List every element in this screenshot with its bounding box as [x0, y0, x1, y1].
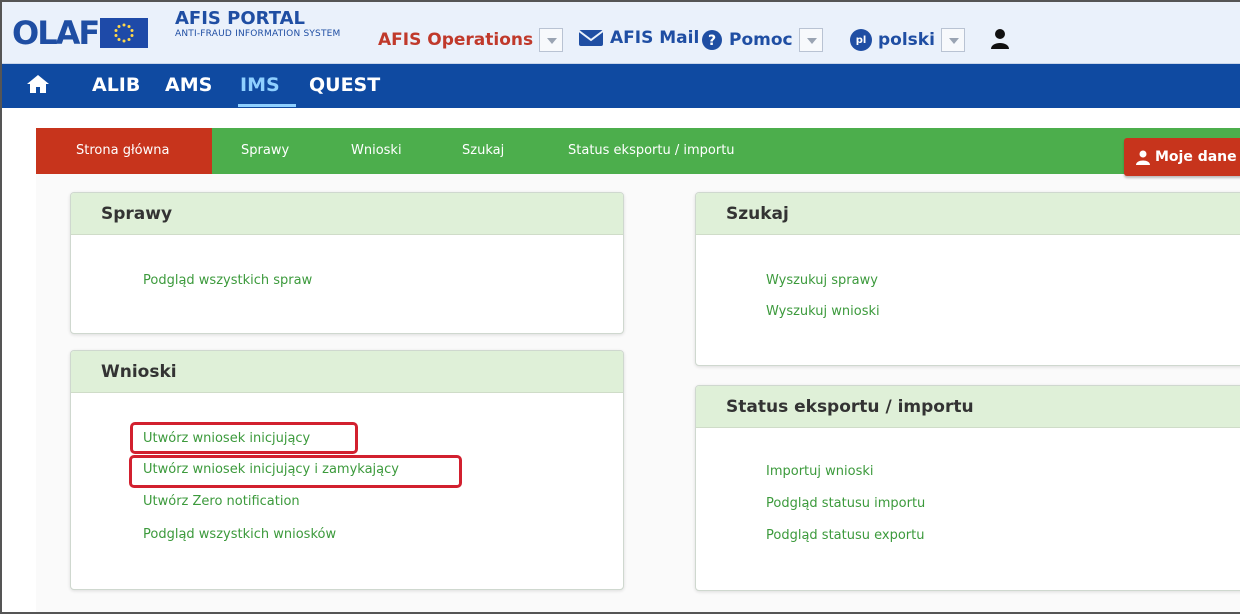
panel-title: Szukaj: [696, 193, 1240, 235]
chevron-down-icon[interactable]: [940, 28, 965, 52]
portal-subtitle: ANTI-FRAUD INFORMATION SYSTEM: [175, 29, 341, 39]
link-podglad-statusu-exportu[interactable]: Podgląd statusu exportu: [766, 528, 924, 543]
olaf-logo[interactable]: OLAF: [12, 12, 149, 54]
afis-operations-menu[interactable]: AFIS Operations: [378, 28, 564, 52]
app-nav-ims[interactable]: IMS: [240, 74, 280, 96]
chevron-down-icon[interactable]: [798, 28, 823, 52]
panel-szukaj: Szukaj Wyszukuj sprawy Wyszukuj wnioski: [695, 192, 1240, 366]
portal-title-text: AFIS PORTAL: [175, 8, 305, 29]
language-menu[interactable]: pl polski: [850, 28, 965, 52]
tab-status-eksportu-importu[interactable]: Status eksportu / importu: [568, 143, 735, 158]
portal-header: OLAF AFIS PORTAL ANTI-FRAUD INFORMATION …: [2, 2, 1240, 64]
panel-title: Sprawy: [71, 193, 623, 235]
moje-dane-button[interactable]: Moje dane: [1124, 138, 1240, 176]
link-wyszukuj-wnioski[interactable]: Wyszukuj wnioski: [766, 304, 880, 319]
afis-operations-label: AFIS Operations: [378, 30, 534, 50]
panel-status-eksportu-importu: Status eksportu / importu Importuj wnios…: [695, 385, 1240, 591]
moje-dane-label: Moje dane: [1155, 149, 1237, 165]
app-nav-quest[interactable]: QUEST: [309, 74, 380, 96]
app-nav-alib[interactable]: ALIB: [92, 74, 140, 96]
app-window: OLAF AFIS PORTAL ANTI-FRAUD INFORMATION …: [0, 0, 1240, 614]
svg-text:?: ?: [708, 33, 716, 49]
tab-szukaj[interactable]: Szukaj: [462, 143, 504, 158]
user-icon[interactable]: [990, 28, 1010, 50]
home-icon[interactable]: [26, 73, 50, 100]
highlight-box: [130, 422, 358, 454]
app-nav-ams[interactable]: AMS: [165, 74, 212, 96]
help-menu[interactable]: ? Pomoc: [701, 28, 823, 52]
help-label: Pomoc: [729, 30, 793, 50]
panel-title: Wnioski: [71, 351, 623, 393]
question-circle-icon: ?: [701, 29, 723, 51]
olaf-logo-text: OLAF: [12, 14, 100, 52]
link-importuj-wnioski[interactable]: Importuj wnioski: [766, 464, 873, 479]
active-tab-indicator: [238, 104, 296, 107]
module-nav: Strona główna Sprawy Wnioski Szukaj Stat…: [36, 128, 1240, 174]
link-utworz-zero-notification[interactable]: Utwórz Zero notification: [143, 494, 300, 509]
highlight-box: [129, 455, 462, 488]
envelope-icon: [578, 28, 604, 48]
tab-strona-glowna-label[interactable]: Strona główna: [76, 143, 169, 158]
eu-flag-icon: [100, 18, 149, 48]
afis-mail-label: AFIS Mail: [610, 28, 700, 48]
link-wyszukuj-sprawy[interactable]: Wyszukuj sprawy: [766, 273, 878, 288]
tab-sprawy[interactable]: Sprawy: [241, 143, 289, 158]
link-podglad-wszystkich-wnioskow[interactable]: Podgląd wszystkich wniosków: [143, 527, 336, 542]
language-code: pl: [855, 34, 867, 46]
chevron-down-icon[interactable]: [539, 28, 564, 52]
link-podglad-wszystkich-spraw[interactable]: Podgląd wszystkich spraw: [143, 273, 312, 288]
panel-sprawy: Sprawy Podgląd wszystkich spraw: [70, 192, 624, 334]
user-icon: [1136, 150, 1150, 165]
application-nav: ALIB AMS IMS QUEST: [2, 64, 1240, 108]
tab-wnioski[interactable]: Wnioski: [351, 143, 402, 158]
language-label: polski: [878, 30, 935, 50]
afis-mail-link[interactable]: AFIS Mail: [578, 28, 699, 48]
language-flag-icon: pl: [850, 29, 872, 51]
link-podglad-statusu-importu[interactable]: Podgląd statusu importu: [766, 496, 925, 511]
panel-title: Status eksportu / importu: [696, 386, 1240, 428]
portal-title[interactable]: AFIS PORTAL ANTI-FRAUD INFORMATION SYSTE…: [175, 8, 341, 39]
